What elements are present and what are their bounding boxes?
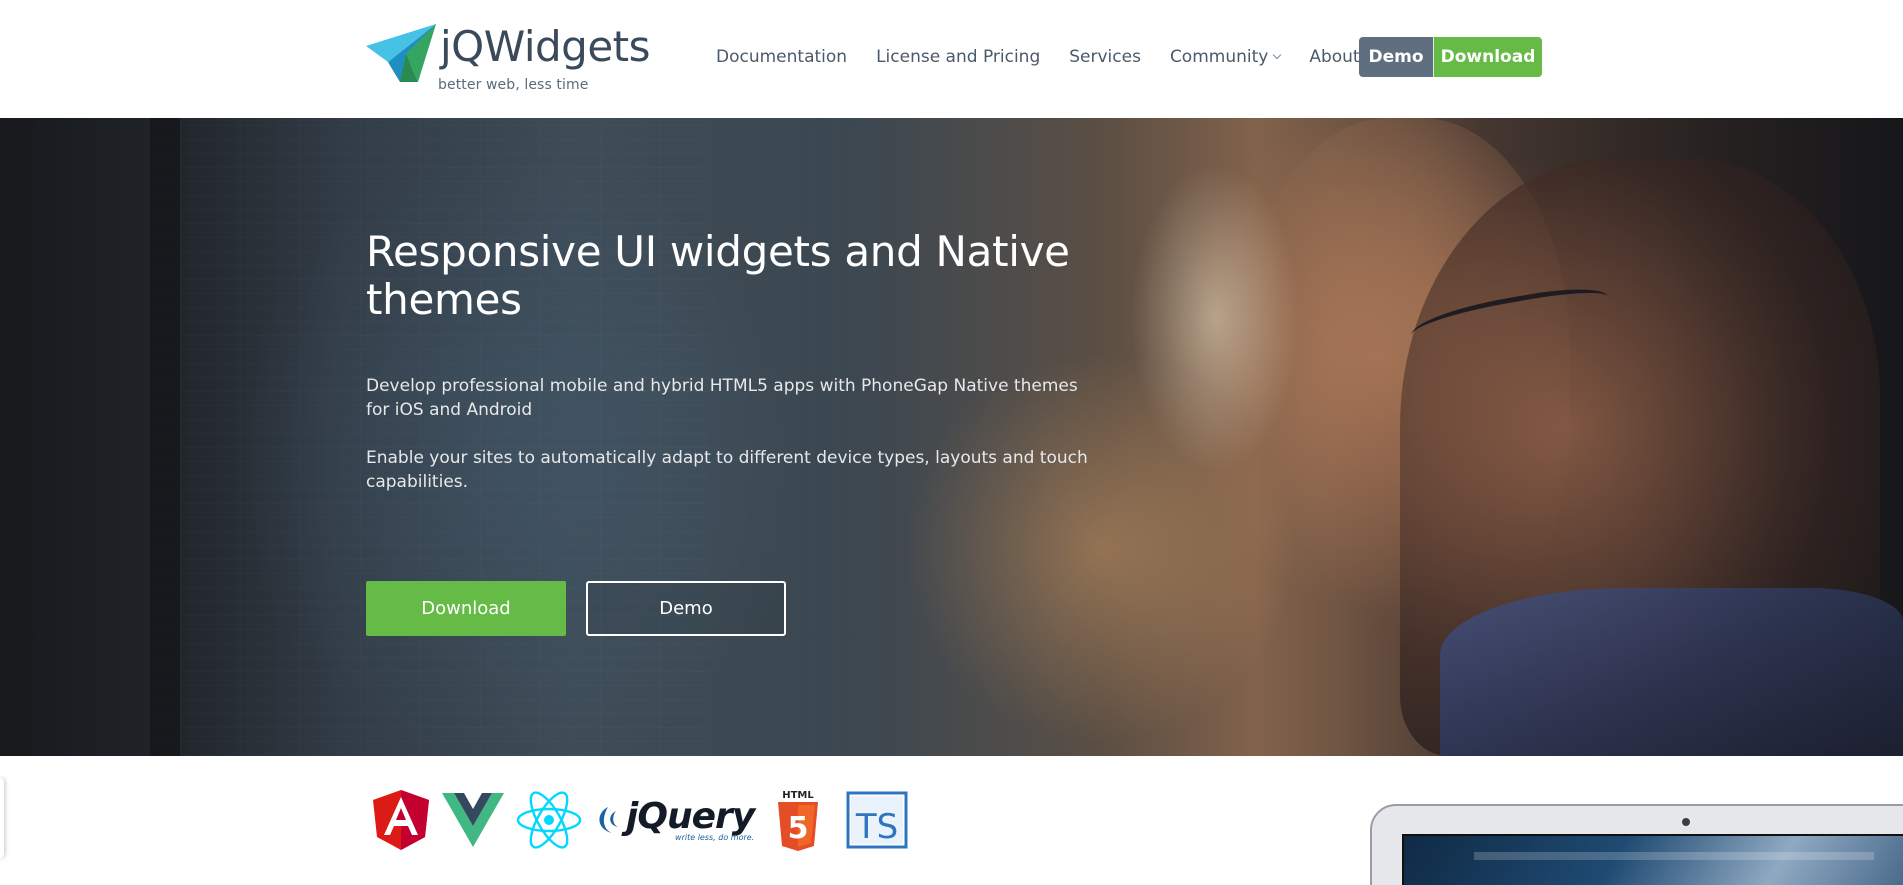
header-demo-button[interactable]: Demo (1359, 37, 1434, 77)
hero-description-1: Develop professional mobile and hybrid H… (366, 376, 1078, 420)
nav-item-services[interactable]: Services (1069, 47, 1141, 67)
nav-item-label: About (1309, 47, 1360, 67)
typescript-label: TS (855, 807, 898, 847)
hero-description-2: Enable your sites to automatically adapt… (366, 448, 1088, 492)
header-download-button[interactable]: Download (1434, 37, 1542, 77)
nav-item-license-pricing[interactable]: License and Pricing (876, 47, 1040, 67)
nav-item-label: Services (1069, 47, 1141, 67)
brand-name: jQWidgets (440, 22, 651, 71)
laptop-camera (1682, 818, 1690, 826)
jquery-wordmark: jQuery write less, do more. (626, 795, 755, 842)
hero-content: Responsive UI widgets and Native themes … (366, 228, 1126, 494)
jquery-word: jQuery (626, 795, 755, 837)
nav-item-community[interactable]: Community (1169, 47, 1282, 67)
hero-section: Responsive UI widgets and Native themes … (0, 118, 1903, 756)
jquery-swirl-icon (599, 807, 618, 833)
react-icon[interactable] (516, 790, 582, 850)
header-button-group: Demo Download (1359, 37, 1542, 77)
html5-label: HTML (782, 790, 814, 801)
laptop-screen (1402, 834, 1903, 885)
html5-digit: 5 (788, 811, 809, 846)
html5-icon[interactable]: HTML 5 (774, 788, 822, 852)
nav-item-label: Documentation (716, 47, 848, 67)
typescript-icon[interactable]: TS (846, 791, 908, 849)
nav-item-label: Community (1169, 47, 1269, 67)
chevron-down-icon (1273, 50, 1282, 60)
side-feedback-tab[interactable] (0, 778, 4, 858)
vue-icon[interactable] (442, 793, 504, 847)
technology-logos: jQuery write less, do more. HTML 5 TS (372, 788, 920, 852)
paper-plane-logo-icon (366, 24, 436, 82)
site-header: jQWidgets better web, less time Document… (0, 0, 1903, 118)
nav-item-documentation[interactable]: Documentation (716, 47, 847, 67)
hero-button-group: Download Demo (366, 581, 786, 636)
brand-logo-link[interactable]: jQWidgets better web, less time (366, 22, 651, 98)
main-nav: Documentation License and Pricing Servic… (716, 45, 1401, 69)
jquery-logo[interactable]: jQuery write less, do more. (594, 795, 755, 842)
technology-strip: jQuery write less, do more. HTML 5 TS (0, 756, 1903, 885)
hero-download-button[interactable]: Download (366, 581, 566, 636)
laptop-illustration (1370, 804, 1903, 885)
nav-item-label: License and Pricing (876, 47, 1041, 67)
brand-tagline: better web, less time (438, 77, 589, 93)
hero-title: Responsive UI widgets and Native themes (366, 227, 1070, 324)
angular-icon[interactable] (372, 789, 430, 851)
hero-demo-button[interactable]: Demo (586, 581, 786, 636)
laptop-screen-bar (1474, 852, 1874, 860)
